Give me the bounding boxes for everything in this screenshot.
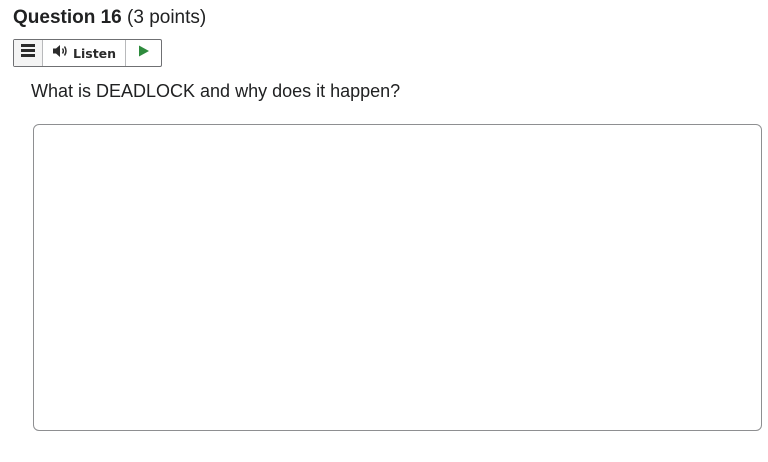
question-header: Question 16 (3 points)	[13, 6, 206, 30]
listen-button[interactable]: Listen	[43, 40, 127, 66]
menu-icon	[21, 44, 35, 62]
question-points: (3 points)	[127, 7, 207, 28]
question-prompt: What is DEADLOCK and why does it happen?	[31, 81, 401, 101]
answer-textarea[interactable]	[33, 124, 762, 431]
speaker-icon	[52, 44, 69, 63]
toolbar-menu-button[interactable]	[14, 40, 43, 66]
play-button[interactable]	[126, 40, 161, 66]
play-icon	[138, 44, 150, 62]
listen-toolbar: Listen	[13, 39, 162, 67]
question-title: Question 16	[13, 7, 122, 28]
listen-label: Listen	[73, 45, 117, 61]
